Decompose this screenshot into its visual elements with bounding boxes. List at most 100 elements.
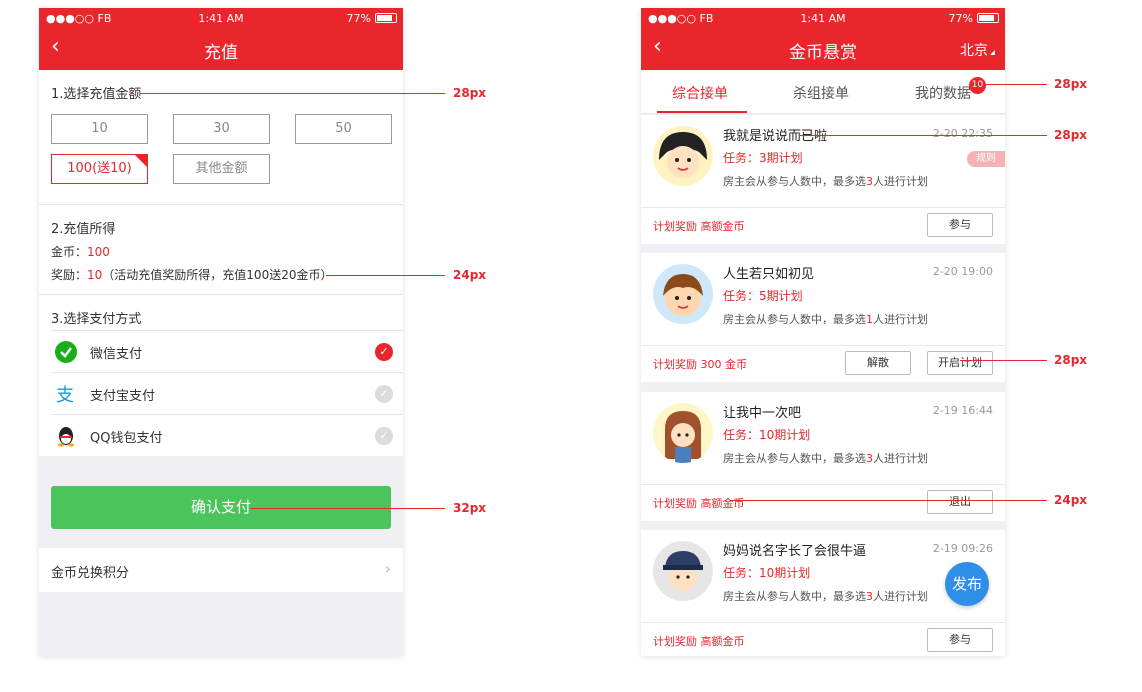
- join-button[interactable]: 参与: [927, 213, 993, 237]
- quit-button[interactable]: 退出: [927, 490, 993, 514]
- card-reward: 计划奖励 高额金币: [653, 635, 745, 648]
- step1-title: 1.选择充值金额: [51, 87, 142, 102]
- nav-bar: ‹ 金币悬赏 北京: [641, 28, 1005, 70]
- bonus-label: 奖励：: [51, 268, 88, 282]
- desc-text: 人进行计划: [873, 313, 928, 326]
- selected-corner-icon: [134, 154, 148, 168]
- card-time: 2-19 16:44: [932, 404, 993, 417]
- city-selector[interactable]: 北京: [960, 40, 995, 60]
- start-plan-button[interactable]: 开启计划: [927, 351, 993, 375]
- tab-kill-group[interactable]: 杀组接单: [793, 83, 849, 103]
- card-username: 妈妈说名字长了会很牛逼: [723, 544, 867, 559]
- status-bar: ●●●○○ FB 1:41 AM 77%: [39, 8, 403, 28]
- desc-number: 3: [866, 452, 873, 465]
- annotation-label: 28px: [1054, 77, 1088, 91]
- bonus-value: 10: [87, 268, 103, 282]
- battery-percent: 77%: [346, 12, 371, 25]
- card-description: 房主会从参与人数中，最多选3人进行计划: [723, 450, 928, 466]
- amount-section: 1.选择充值金额 10 30 50 100(送10) 其他金额 2.充值所得 金…: [39, 70, 403, 456]
- tab-my-data[interactable]: 我的数据: [915, 83, 971, 103]
- payment-wechat[interactable]: 微信支付 ✓: [51, 330, 403, 372]
- wechat-icon: [55, 341, 77, 363]
- desc-number: 3: [866, 590, 873, 603]
- card-task: 任务：10期计划: [723, 426, 810, 443]
- card-task: 任务：10期计划: [723, 564, 810, 581]
- battery-icon: [977, 13, 999, 23]
- card-task: 任务：3期计划: [723, 149, 803, 166]
- amount-options: 10 30 50 100(送10) 其他金额: [39, 110, 403, 204]
- check-selected-icon: ✓: [375, 343, 393, 361]
- card-description: 房主会从参与人数中，最多选1人进行计划: [723, 311, 928, 327]
- avatar: [653, 264, 713, 324]
- exchange-points-row[interactable]: 金币兑换积分 ›: [39, 548, 403, 592]
- dropdown-triangle-icon: [990, 50, 995, 55]
- desc-text: 人进行计划: [873, 175, 928, 188]
- desc-number: 3: [866, 175, 873, 188]
- card-description: 房主会从参与人数中，最多选3人进行计划: [723, 173, 928, 189]
- payment-alipay[interactable]: 支 支付宝支付 ✓: [51, 372, 403, 414]
- join-button[interactable]: 参与: [927, 628, 993, 652]
- divider: [641, 345, 1005, 346]
- desc-text: 人进行计划: [873, 452, 928, 465]
- card-reward: 计划奖励 300 金币: [653, 358, 747, 371]
- annotation-label: 28px: [1054, 353, 1088, 367]
- card-username: 人生若只如初见: [723, 267, 815, 282]
- desc-text: 房主会从参与人数中，最多选: [723, 313, 866, 326]
- bounty-card: 让我中一次吧 2-19 16:44 任务：10期计划 房主会从参与人数中，最多选…: [641, 392, 1005, 521]
- amount-option-100-label: 100(送10): [67, 161, 132, 176]
- avatar: [653, 126, 713, 186]
- tab-comprehensive[interactable]: 综合接单: [672, 83, 728, 103]
- desc-number: 1: [866, 313, 873, 326]
- annotation-line: [730, 500, 1047, 501]
- task-label: 任务：: [723, 566, 760, 580]
- notification-badge: 10: [969, 77, 986, 94]
- annotation-line: [960, 360, 1047, 361]
- payment-qq[interactable]: QQ钱包支付 ✓: [51, 414, 403, 456]
- rule-tag[interactable]: 规则: [967, 151, 1005, 167]
- payment-label: 微信支付: [90, 347, 143, 362]
- amount-option-10[interactable]: 10: [51, 114, 148, 144]
- divider: [641, 207, 1005, 208]
- coins-value: 100: [87, 245, 110, 259]
- annotation-line: [326, 275, 445, 276]
- svg-text:支: 支: [56, 385, 74, 405]
- card-reward: 计划奖励 高额金币: [653, 497, 745, 510]
- divider: [641, 622, 1005, 623]
- annotation-label: 24px: [453, 268, 487, 282]
- task-label: 任务：: [723, 289, 760, 303]
- exchange-label: 金币兑换积分: [51, 566, 130, 581]
- status-bar: ●●●○○ FB 1:41 AM 77%: [641, 8, 1005, 28]
- step3-title: 3.选择支付方式: [51, 312, 142, 327]
- avatar: [653, 403, 713, 463]
- page-title: 充值: [204, 43, 238, 63]
- header: ●●●○○ FB 1:41 AM 77% ‹ 充值: [39, 8, 403, 70]
- amount-option-30[interactable]: 30: [173, 114, 270, 144]
- dissolve-button[interactable]: 解散: [845, 351, 911, 375]
- desc-text: 人进行计划: [873, 590, 928, 603]
- check-unselected-icon: ✓: [375, 385, 393, 403]
- nav-bar: ‹ 充值: [39, 28, 403, 70]
- annotation-label: 32px: [453, 501, 487, 515]
- publish-button[interactable]: 发布: [945, 562, 989, 606]
- coins-label: 金币：: [51, 245, 88, 259]
- amount-option-100[interactable]: 100(送10): [51, 154, 148, 184]
- divider: [641, 484, 1005, 485]
- annotation-label: 28px: [453, 86, 487, 100]
- qq-icon: [58, 427, 74, 447]
- check-unselected-icon: ✓: [375, 427, 393, 445]
- bonus-note: （活动充值奖励所得，充值100送20金币）: [102, 268, 333, 282]
- annotation-line: [985, 84, 1047, 85]
- amount-option-50[interactable]: 50: [295, 114, 392, 144]
- battery-icon: [375, 13, 397, 23]
- desc-text: 房主会从参与人数中，最多选: [723, 175, 866, 188]
- card-time: 2-19 09:26: [932, 542, 993, 555]
- annotation-line: [800, 135, 1047, 136]
- task-value: 10期计划: [759, 428, 811, 442]
- bounty-card: 人生若只如初见 2-20 19:00 任务：5期计划 房主会从参与人数中，最多选…: [641, 253, 1005, 382]
- card-reward: 计划奖励 高额金币: [653, 220, 745, 233]
- annotation-label: 24px: [1054, 493, 1088, 507]
- city-label: 北京: [960, 43, 988, 59]
- task-value: 10期计划: [759, 566, 811, 580]
- amount-option-custom[interactable]: 其他金额: [173, 154, 270, 184]
- avatar: [653, 541, 713, 601]
